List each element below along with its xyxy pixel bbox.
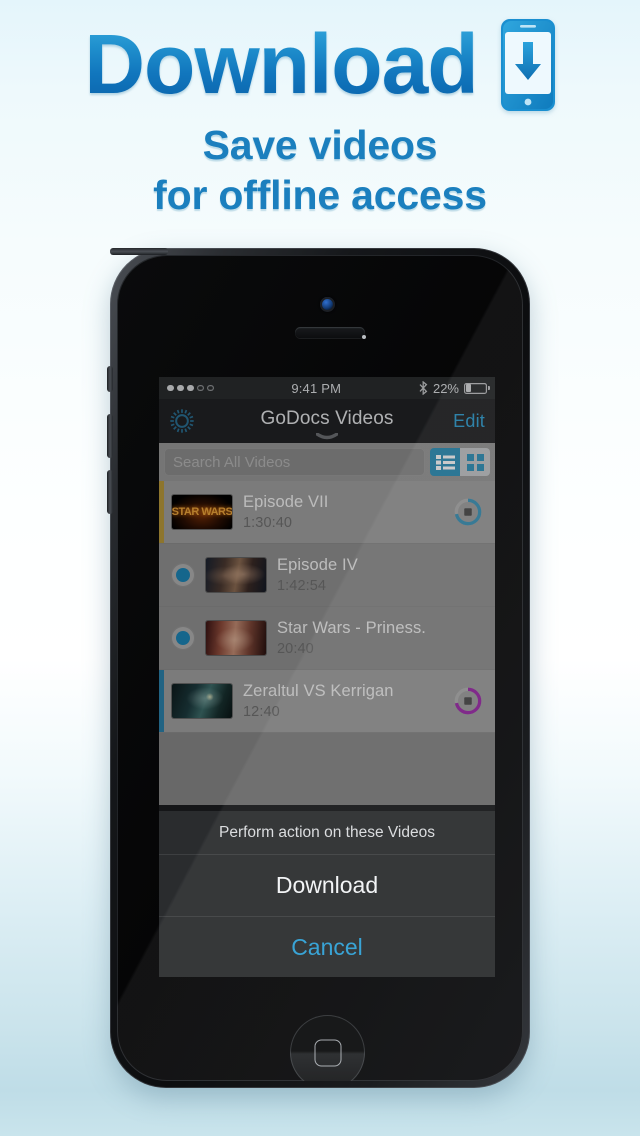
video-title: Star Wars - Priness.: [277, 618, 426, 637]
stop-square-icon: [464, 697, 472, 705]
chevron-down-icon[interactable]: [316, 433, 338, 440]
search-input[interactable]: Search All Videos: [164, 448, 425, 476]
video-thumbnail: [172, 684, 232, 718]
row-select-radio[interactable]: [171, 626, 195, 650]
action-sheet-title: Perform action on these Videos: [159, 811, 495, 855]
video-title: Zeraltul VS Kerrigan: [243, 681, 394, 700]
video-thumbnail: [206, 621, 266, 655]
video-duration: 1:42:54: [277, 578, 327, 595]
video-thumbnail: [206, 558, 266, 592]
battery-icon: [464, 383, 490, 394]
video-duration: 1:30:40: [243, 515, 293, 532]
table-row[interactable]: STAR WARS Episode VII 1:30:40: [159, 481, 495, 544]
earpiece-speaker: [295, 327, 365, 338]
stop-square-icon: [464, 508, 472, 516]
row-select-radio[interactable]: [171, 563, 195, 587]
phone-front-glass: 9:41 PM 22% GoDocs Videos Edit Search Al…: [117, 255, 523, 1081]
front-camera-icon: [320, 297, 335, 312]
status-bar-time: 9:41 PM: [291, 380, 342, 396]
signal-strength-icon: [167, 384, 214, 392]
phone-body: 9:41 PM 22% GoDocs Videos Edit Search Al…: [107, 248, 530, 1088]
list-empty-area: [159, 733, 495, 805]
row-text: Episode IV 1:42:54: [277, 556, 495, 595]
row-text: Zeraltul VS Kerrigan 12:40: [243, 682, 453, 721]
edit-button[interactable]: Edit: [453, 411, 485, 432]
title-row: Download: [0, 14, 640, 114]
grid-view-icon[interactable]: [460, 448, 490, 476]
search-bar-row: Search All Videos: [159, 443, 495, 481]
phone-screen: 9:41 PM 22% GoDocs Videos Edit Search Al…: [159, 377, 495, 977]
action-sheet: Perform action on these Videos Download …: [159, 811, 495, 977]
video-list: STAR WARS Episode VII 1:30:40 Episode IV…: [159, 481, 495, 805]
row-status-bar: [159, 481, 164, 543]
status-bar: 9:41 PM 22%: [159, 377, 495, 399]
phone-mockup: 9:41 PM 22% GoDocs Videos Edit Search Al…: [107, 248, 530, 1088]
bluetooth-icon: [419, 381, 428, 395]
proximity-sensor-icon: [362, 335, 366, 339]
video-title: Episode IV: [277, 555, 358, 574]
navigation-bar: GoDocs Videos Edit: [159, 399, 495, 443]
table-row[interactable]: Episode IV 1:42:54: [159, 544, 495, 607]
battery-percent-label: 22%: [432, 380, 459, 396]
row-text: Episode VII 1:30:40: [243, 493, 453, 532]
promo-header: Download Save videos for offline access: [0, 0, 640, 232]
subtitle-line-2: for offline access: [153, 172, 487, 218]
list-view-icon[interactable]: [430, 448, 460, 476]
download-progress-ring[interactable]: [453, 497, 483, 527]
view-mode-toggle[interactable]: [430, 448, 490, 476]
subtitle-line-1: Save videos: [202, 122, 438, 168]
table-row[interactable]: Star Wars - Priness. 20:40: [159, 607, 495, 670]
table-row[interactable]: Zeraltul VS Kerrigan 12:40: [159, 670, 495, 733]
row-status-bar: [159, 670, 164, 732]
mute-switch[interactable]: [107, 366, 113, 392]
video-duration: 12:40: [243, 704, 280, 721]
status-bar-right: 22%: [419, 380, 490, 396]
volume-down-button[interactable]: [107, 470, 113, 514]
video-thumbnail: STAR WARS: [172, 495, 232, 529]
power-button[interactable]: [110, 248, 168, 255]
cancel-button[interactable]: Cancel: [159, 917, 495, 977]
download-progress-ring[interactable]: [453, 686, 483, 716]
video-title: Episode VII: [243, 492, 329, 511]
thumbnail-caption: STAR WARS: [172, 506, 232, 518]
home-button-square-icon: [314, 1039, 341, 1066]
page-title: Download: [84, 17, 478, 111]
row-text: Star Wars - Priness. 20:40: [277, 619, 495, 658]
video-duration: 20:40: [277, 641, 314, 658]
volume-up-button[interactable]: [107, 414, 113, 458]
page-title: GoDocs Videos: [260, 408, 394, 429]
home-button[interactable]: [290, 1015, 365, 1081]
phone-download-icon: [500, 19, 555, 111]
download-button[interactable]: Download: [159, 855, 495, 917]
